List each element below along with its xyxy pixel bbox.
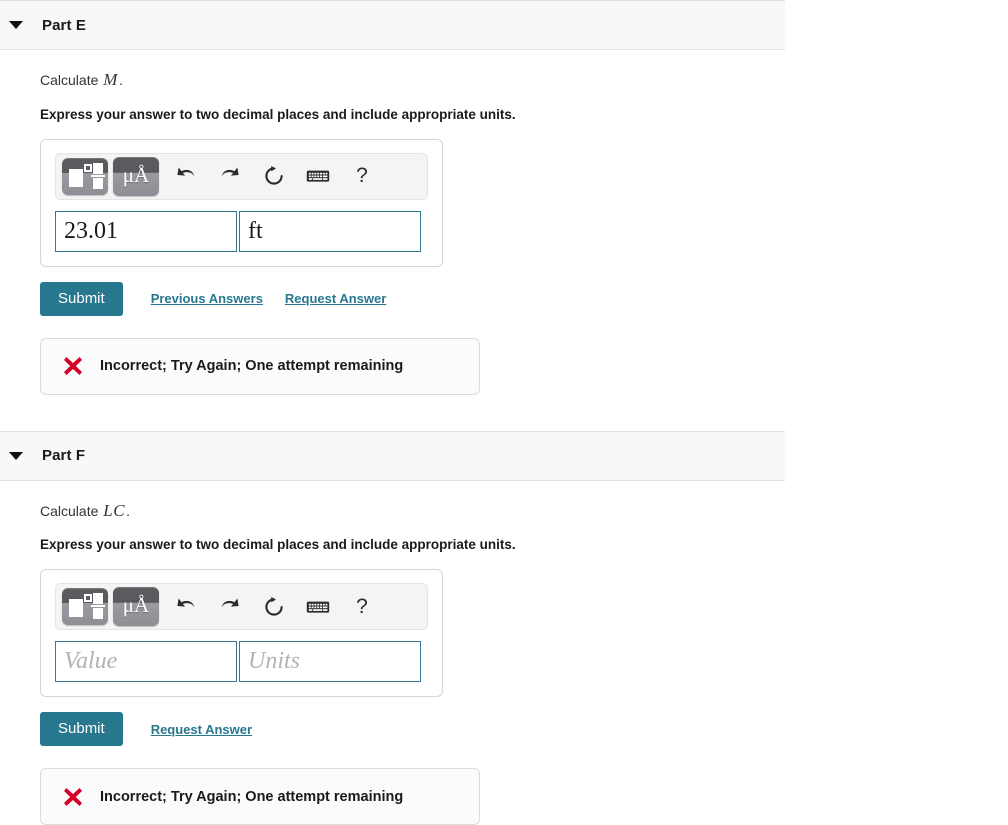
help-icon[interactable]: ? <box>340 158 384 195</box>
instruction-e: Express your answer to two decimal place… <box>40 106 516 122</box>
submit-row-e: Submit Previous Answers Request Answer <box>40 281 1008 316</box>
error-x-icon <box>63 787 83 807</box>
part-title-f: Part F <box>42 447 86 465</box>
answer-fields-e: 23.01 ft <box>55 210 428 252</box>
prompt-variable-f: LC <box>103 500 126 520</box>
math-template-icon[interactable] <box>62 157 108 195</box>
answer-widget-f: μÅ ? Value Units <box>40 569 443 698</box>
part-title-e: Part E <box>42 16 86 34</box>
prompt-suffix-f: . <box>126 502 130 519</box>
math-toolbar-e: μÅ ? <box>55 152 428 200</box>
help-icon[interactable]: ? <box>340 588 384 625</box>
redo-icon[interactable] <box>208 588 252 625</box>
answer-widget-e: μÅ ? 23.01 ft <box>40 138 443 267</box>
feedback-text-e: Incorrect; Try Again; One attempt remain… <box>100 358 404 375</box>
undo-icon[interactable] <box>164 158 208 195</box>
submit-button-e[interactable]: Submit <box>40 281 123 316</box>
part-header-e[interactable]: Part E <box>0 0 785 50</box>
units-symbol-icon[interactable]: μÅ <box>113 156 159 196</box>
part-header-f[interactable]: Part F <box>0 430 785 481</box>
instruction-f: Express your answer to two decimal place… <box>40 537 516 553</box>
units-input-f[interactable]: Units <box>239 641 421 683</box>
chevron-down-icon[interactable] <box>8 17 24 33</box>
prompt-prefix-e: Calculate <box>40 72 103 88</box>
math-template-icon[interactable] <box>62 588 108 626</box>
assignment-page: Part E Calculate M. Express your answer … <box>0 0 1008 825</box>
units-symbol-icon[interactable]: μÅ <box>113 587 159 627</box>
request-answer-link-f[interactable]: Request Answer <box>151 722 252 737</box>
undo-icon[interactable] <box>164 588 208 625</box>
redo-icon[interactable] <box>208 158 252 195</box>
feedback-banner-e: Incorrect; Try Again; One attempt remain… <box>40 337 480 395</box>
part-body-e: Calculate M. Express your answer to two … <box>0 50 1008 431</box>
previous-answers-link-e[interactable]: Previous Answers <box>151 291 263 306</box>
value-input-f[interactable]: Value <box>55 641 237 683</box>
chevron-down-icon[interactable] <box>8 448 24 464</box>
feedback-text-f: Incorrect; Try Again; One attempt remain… <box>100 788 404 805</box>
reset-icon[interactable] <box>252 588 296 625</box>
submit-button-f[interactable]: Submit <box>40 712 123 747</box>
value-input-e[interactable]: 23.01 <box>55 210 237 252</box>
part-body-f: Calculate LC. Express your answer to two… <box>0 481 1008 825</box>
prompt-e: Calculate M. <box>40 50 1008 92</box>
keyboard-icon[interactable] <box>296 158 340 195</box>
feedback-banner-f: Incorrect; Try Again; One attempt remain… <box>40 768 480 825</box>
error-x-icon <box>63 356 83 376</box>
reset-icon[interactable] <box>252 158 296 195</box>
submit-row-f: Submit Request Answer <box>40 712 1008 747</box>
request-answer-link-e[interactable]: Request Answer <box>285 291 386 306</box>
prompt-suffix-e: . <box>118 72 123 88</box>
units-input-e[interactable]: ft <box>239 210 421 252</box>
prompt-f: Calculate LC. <box>40 481 1008 523</box>
answer-fields-f: Value Units <box>55 641 428 683</box>
prompt-variable-e: M <box>103 70 118 89</box>
math-toolbar-f: μÅ ? <box>55 583 428 631</box>
prompt-prefix-f: Calculate <box>40 502 103 519</box>
keyboard-icon[interactable] <box>296 588 340 625</box>
